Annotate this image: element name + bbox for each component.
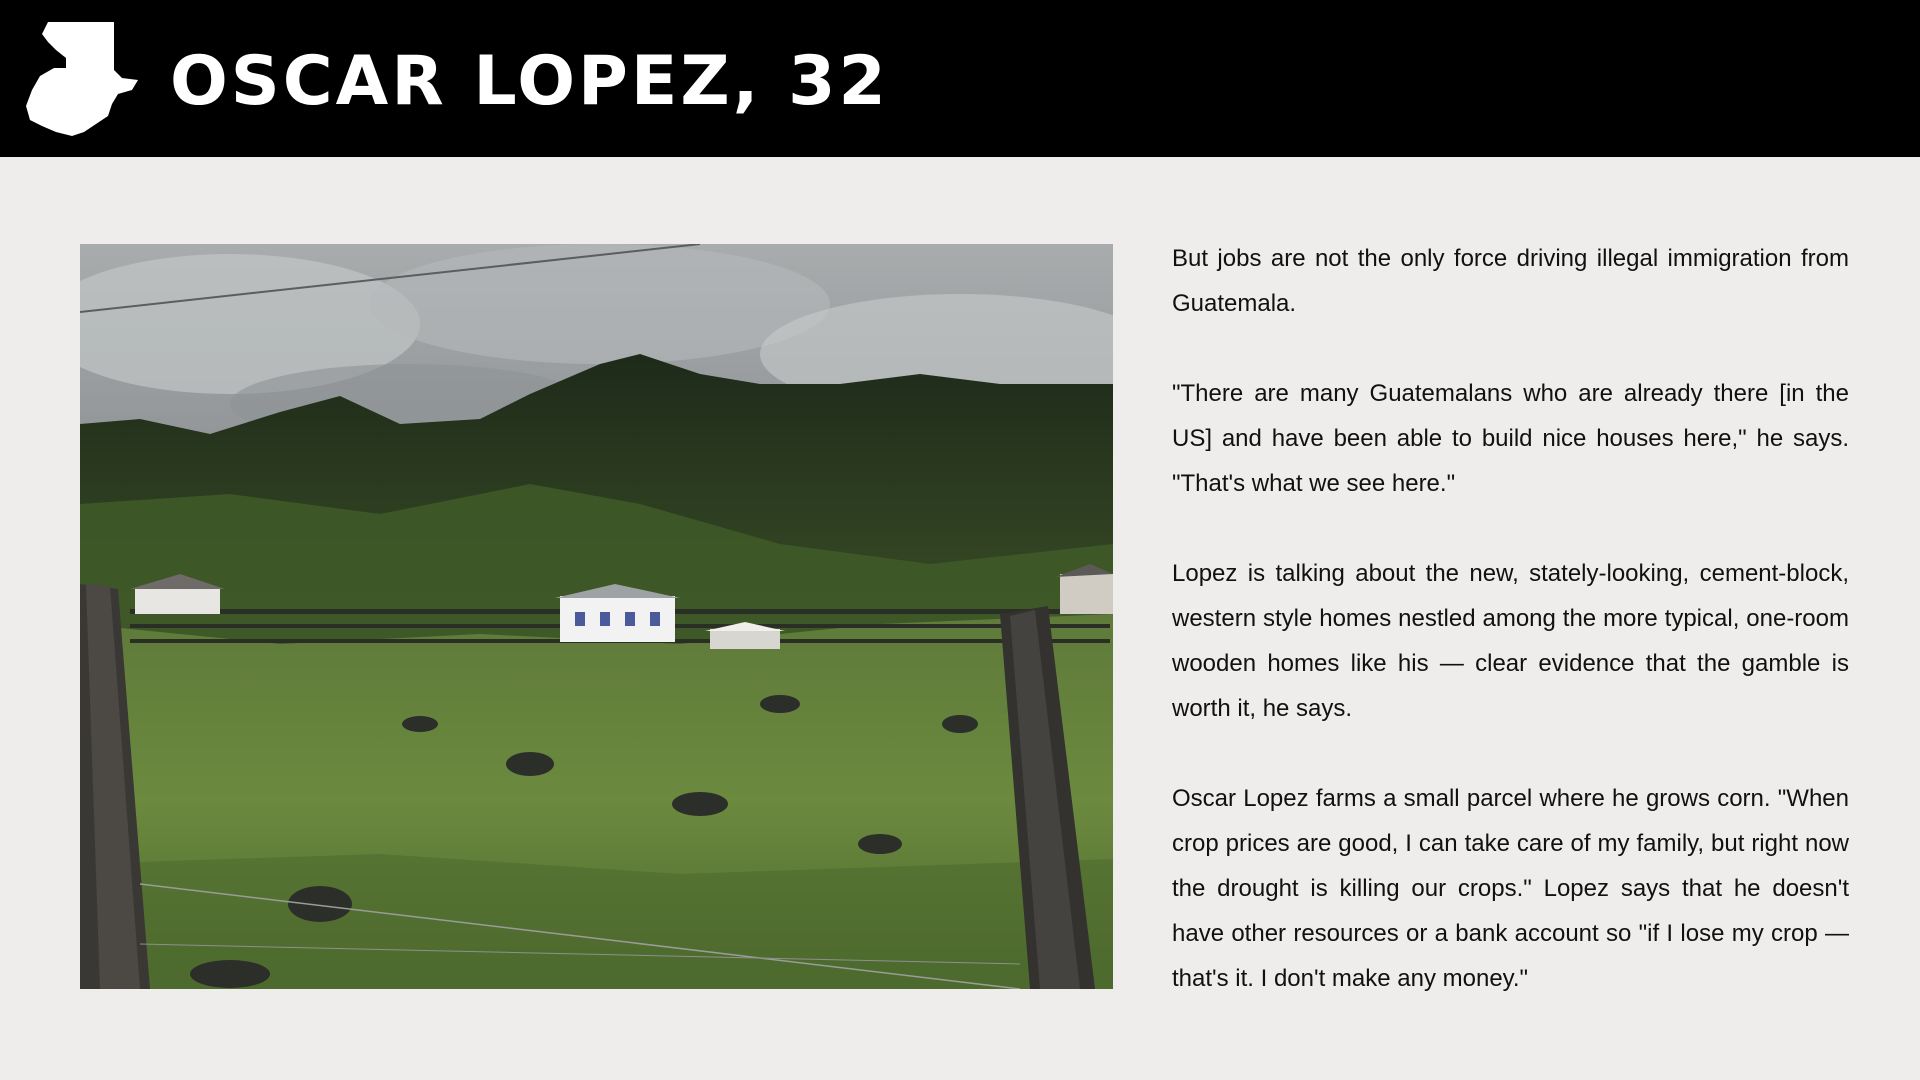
hillside-photo <box>80 244 1113 989</box>
article-paragraph: "There are many Guatemalans who are alre… <box>1172 380 1849 497</box>
article-paragraph: But jobs are not the only force driving … <box>1172 245 1849 317</box>
hillside-photo-illustration <box>80 244 1113 989</box>
guatemala-map-icon <box>26 22 138 136</box>
article-text: But jobs are not the only force driving … <box>1172 236 1849 1001</box>
header-bar: OSCAR LOPEZ, 32 <box>0 0 1920 157</box>
article-paragraph: Oscar Lopez farms a small parcel where h… <box>1172 785 1849 992</box>
page-title: OSCAR LOPEZ, 32 <box>170 42 889 121</box>
article-paragraph: Lopez is talking about the new, stately-… <box>1172 560 1849 722</box>
